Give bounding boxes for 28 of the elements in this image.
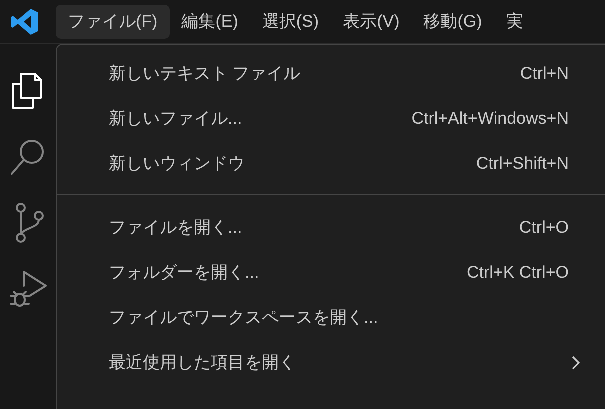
menu-bar-item[interactable]: 表示(V) <box>331 4 412 38</box>
menu-bar-item[interactable]: 編集(E) <box>170 4 250 38</box>
menu-item[interactable]: 新しいファイル... Ctrl+Alt+Windows+N <box>57 96 605 141</box>
menu-bar-item[interactable]: 移動(G) <box>412 4 494 38</box>
menu-bar-item[interactable]: 実 <box>494 4 536 38</box>
menu-item[interactable]: 新しいテキスト ファイル Ctrl+N <box>57 51 605 96</box>
shortcut-label: Ctrl+Alt+Windows+N <box>412 108 569 130</box>
menu-item-label: 新しいテキスト ファイル <box>109 62 301 85</box>
menu-item-label: フォルダーを開く... <box>109 262 260 284</box>
menu-item-label: ファイルでワークスペースを開く... <box>109 306 378 329</box>
menu-item-label: 新しいウィンドウ <box>109 152 245 175</box>
menu-item-label: ファイルを開く... <box>109 216 242 239</box>
app-logo <box>10 6 40 36</box>
menu-bar-item[interactable]: 選択(S) <box>250 4 332 38</box>
menu-item[interactable]: ファイルでワークスペースを開く... <box>57 295 605 340</box>
shortcut-label: Ctrl+N <box>520 62 569 85</box>
shortcut-label: Ctrl+K Ctrl+O <box>466 262 569 284</box>
menu-item[interactable]: 最近使用した項目を開く <box>57 340 605 385</box>
menu-item-label: 最近使用した項目を開く <box>109 352 296 374</box>
shortcut-label: Ctrl+Shift+N <box>476 152 569 175</box>
run-debug-icon[interactable] <box>8 268 48 310</box>
menu-bar-item[interactable]: ファイル(F) <box>56 4 170 38</box>
chevron-right-icon <box>571 354 581 370</box>
menu-item[interactable]: フォルダーを開く... Ctrl+K Ctrl+O <box>57 250 605 295</box>
shortcut-label: Ctrl+O <box>519 216 569 239</box>
menu-item[interactable]: ファイルを開く... Ctrl+O <box>57 205 605 250</box>
menu-item-label: 新しいファイル... <box>109 108 242 130</box>
menu-item[interactable]: 新しいウィンドウ Ctrl+Shift+N <box>57 141 605 186</box>
